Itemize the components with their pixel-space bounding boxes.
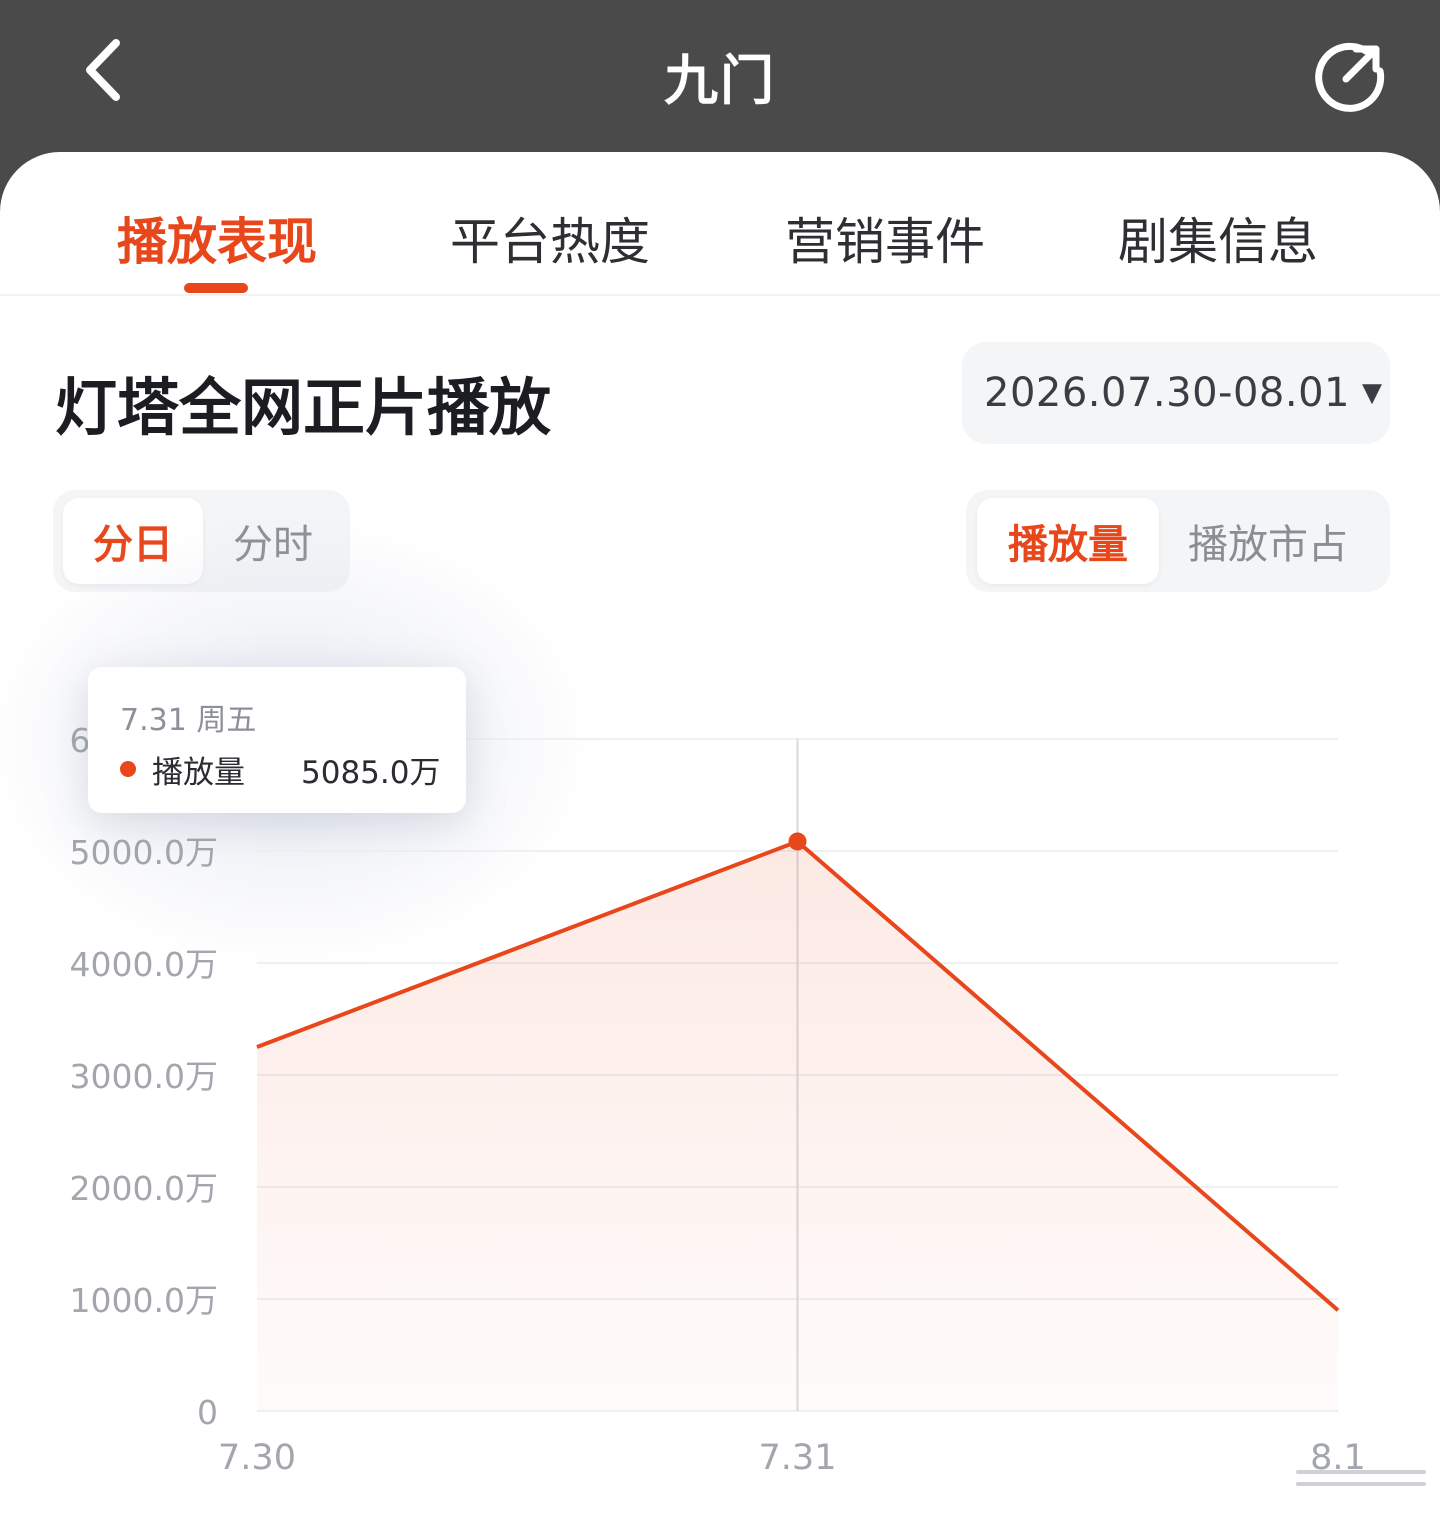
tooltip-value: 5085.0万: [301, 755, 441, 791]
content-card: 播放表现 平台热度 营销事件 剧集信息 灯塔全网正片播放 2026.07.30-…: [0, 152, 1440, 1522]
tooltip-series-label: 播放量: [152, 755, 245, 791]
highlight-point: [788, 832, 807, 851]
chart-tooltip: 7.31 周五 播放量 5085.0万: [88, 667, 466, 813]
x-tick-label: 7.31: [759, 1438, 837, 1478]
series-color-dot: [120, 761, 136, 777]
top-navigation-bar: 九门: [0, 0, 1440, 150]
x-tick-label: 7.30: [218, 1438, 296, 1478]
tooltip-date: 7.31 周五: [120, 703, 257, 738]
y-tick-label: 0: [197, 1393, 218, 1432]
y-tick-label: 5000.0万: [70, 833, 218, 872]
share-icon: [1315, 42, 1385, 112]
play-count-chart: 01000.0万2000.0万3000.0万4000.0万5000.0万6000…: [0, 512, 1366, 1478]
page-title: 九门: [664, 49, 776, 112]
share-button[interactable]: [1310, 35, 1390, 115]
y-tick-label: 2000.0万: [70, 1169, 218, 1208]
y-tick-label: 3000.0万: [70, 1057, 218, 1096]
corner-handle: [1296, 1460, 1436, 1510]
y-tick-label: 1000.0万: [70, 1281, 218, 1320]
y-tick-label: 4000.0万: [70, 945, 218, 984]
